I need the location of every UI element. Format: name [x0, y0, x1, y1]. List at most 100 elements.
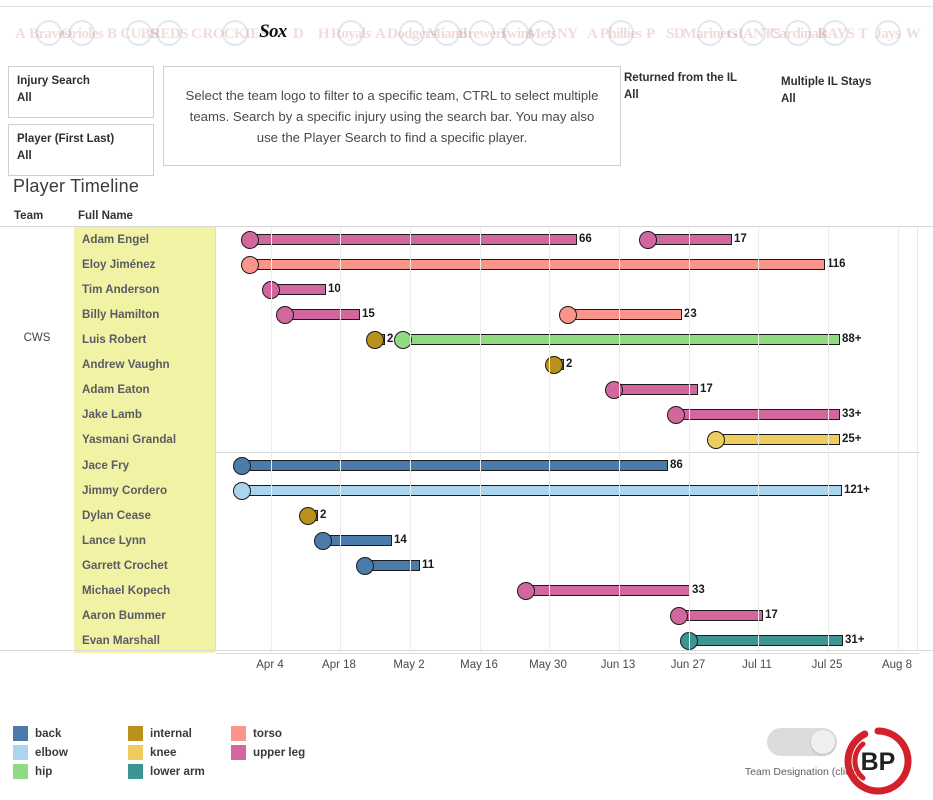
- table-row[interactable]: Lance Lynn: [74, 528, 215, 553]
- x-axis-tick-label: May 2: [393, 659, 425, 671]
- team-logo-mark: NY: [556, 23, 578, 42]
- table-row[interactable]: Eloy Jiménez: [74, 252, 215, 277]
- table-row[interactable]: Dylan Cease: [74, 503, 215, 528]
- table-row[interactable]: Luis Robert: [74, 327, 215, 352]
- team-logo-mark: P: [645, 23, 655, 42]
- legend-color-swatch: [128, 745, 143, 760]
- player-name: Dylan Cease: [82, 509, 151, 522]
- timeline-bar-fill: [648, 234, 732, 245]
- multiple-il-stays-value: All: [781, 93, 796, 105]
- legend-column: torso upper leg: [231, 724, 305, 762]
- legend-color-swatch: [231, 745, 246, 760]
- team-logo-mark: W: [905, 23, 920, 42]
- team-logo-cws[interactable]: Sox: [260, 11, 288, 55]
- player-name: Yasmani Grandal: [82, 433, 177, 446]
- table-row[interactable]: Garrett Crochet: [74, 553, 215, 578]
- toggle-knob: [811, 730, 835, 754]
- table-row[interactable]: Jimmy Cordero: [74, 478, 215, 503]
- team-logo-pit[interactable]: P: [638, 11, 663, 55]
- instruction-panel: Select the team logo to filter to a spec…: [163, 66, 621, 166]
- legend-item[interactable]: upper leg: [231, 743, 305, 762]
- team-logo-mark: ROCKIES: [202, 23, 268, 42]
- player-name: Andrew Vaughn: [82, 358, 170, 371]
- injury-search-filter[interactable]: Injury Search All: [8, 66, 154, 118]
- x-axis-tick-label: Aug 8: [881, 659, 913, 671]
- team-logo-stl[interactable]: Cardinals: [769, 11, 827, 55]
- team-logo-mark: Jays: [874, 23, 901, 42]
- table-row[interactable]: Andrew Vaughn: [74, 352, 215, 377]
- timeline-bar-start-cap: [314, 531, 332, 550]
- team-logo-nym[interactable]: Mets: [528, 11, 557, 55]
- legend-label: torso: [253, 727, 282, 740]
- legend-item[interactable]: hip: [13, 762, 68, 781]
- legend-label: upper leg: [253, 746, 306, 759]
- legend-item[interactable]: lower arm: [128, 762, 205, 781]
- team-logo-filter-strip[interactable]: A Braves Orioles B CUBS REDS C ROCKIES Sox D H Roya…: [0, 6, 933, 58]
- team-logo-lad[interactable]: Dodgers: [387, 11, 437, 55]
- team-logo-det[interactable]: D: [286, 11, 311, 55]
- legend-color-swatch: [128, 764, 143, 779]
- legend-item[interactable]: torso: [231, 724, 305, 743]
- returned-from-il-filter[interactable]: Returned from the IL All: [624, 70, 774, 104]
- table-row[interactable]: Jake Lamb: [74, 402, 215, 427]
- team-logo-kc[interactable]: Royals: [332, 11, 372, 55]
- timeline-bar-value-label: 10: [328, 283, 341, 295]
- instruction-text: Select the team logo to filter to a spec…: [185, 87, 599, 145]
- timeline-bar-start-cap: [366, 330, 384, 349]
- timeline-bar-value-label: 17: [734, 233, 747, 245]
- team-logo-cin[interactable]: REDS: [150, 11, 188, 55]
- team-logo-tb[interactable]: RAYS: [817, 11, 855, 55]
- multiple-il-stays-filter[interactable]: Multiple IL Stays All: [781, 74, 931, 108]
- table-row[interactable]: Jace Fry: [74, 453, 215, 478]
- team-logo-bal[interactable]: Orioles: [61, 11, 104, 55]
- timeline-bar-fill: [323, 535, 392, 546]
- timeline-bar-value-label: 23: [684, 308, 697, 320]
- team-logo-mil[interactable]: Brewers: [458, 11, 507, 55]
- timeline-bar-value-label: 2: [387, 333, 394, 345]
- table-row[interactable]: Adam Eaton: [74, 377, 215, 402]
- table-row[interactable]: Tim Anderson: [74, 277, 215, 302]
- player-search-filter[interactable]: Player (First Last) All: [8, 124, 154, 176]
- timeline-bar-value-label: 86: [670, 459, 683, 471]
- filter-zone: Injury Search All Player (First Last) Al…: [0, 62, 933, 176]
- legend-label: lower arm: [150, 765, 205, 778]
- team-logo-tor[interactable]: Jays: [874, 11, 901, 55]
- player-name: Adam Eaton: [82, 383, 150, 396]
- team-logo-sea[interactable]: Mariners: [682, 11, 738, 55]
- axis-left-filler: [0, 650, 215, 696]
- legend-label: knee: [150, 746, 177, 759]
- legend-item[interactable]: internal: [128, 724, 205, 743]
- x-axis-tick-label: Jul 25: [811, 659, 843, 671]
- timeline-bar-fill: [526, 585, 690, 596]
- team-logo-phi[interactable]: Phillies: [600, 11, 643, 55]
- team-designation-toggle[interactable]: [767, 728, 837, 756]
- timeline-bar-value-label: 66: [579, 233, 592, 245]
- timeline-bar-value-label: 2: [566, 358, 573, 370]
- team-logo-mark: T: [858, 23, 868, 42]
- legend-color-swatch: [128, 726, 143, 741]
- legend-item[interactable]: knee: [128, 743, 205, 762]
- player-name: Tim Anderson: [82, 283, 160, 296]
- timeline-bar-value-label: 31+: [845, 634, 865, 646]
- column-header-team: Team: [14, 210, 44, 222]
- table-row[interactable]: Michael Kopech: [74, 578, 215, 603]
- injury-search-value: All: [17, 92, 32, 104]
- timeline-bar-start-cap: [276, 305, 294, 324]
- table-row[interactable]: Aaron Bummer: [74, 603, 215, 628]
- team-logo-nyy[interactable]: NY: [555, 11, 580, 55]
- team-logo-col[interactable]: ROCKIES: [202, 11, 268, 55]
- legend-item[interactable]: elbow: [13, 743, 68, 762]
- timeline-bar-fill: [242, 460, 668, 471]
- team-logo-wsh[interactable]: W: [900, 11, 925, 55]
- table-row[interactable]: Billy Hamilton: [74, 302, 215, 327]
- legend-item[interactable]: back: [13, 724, 68, 743]
- team-logo-sf[interactable]: GIANTS: [726, 11, 781, 55]
- table-row[interactable]: Yasmani Grandal: [74, 427, 215, 452]
- legend-color-swatch: [13, 764, 28, 779]
- injury-search-label: Injury Search: [17, 75, 90, 87]
- table-row[interactable]: Adam Engel: [74, 227, 215, 252]
- team-logo-tex[interactable]: T: [850, 11, 875, 55]
- timeline-bar-start-cap: [233, 456, 251, 475]
- gridline: [549, 227, 550, 650]
- team-logo-min[interactable]: Twins: [498, 11, 534, 55]
